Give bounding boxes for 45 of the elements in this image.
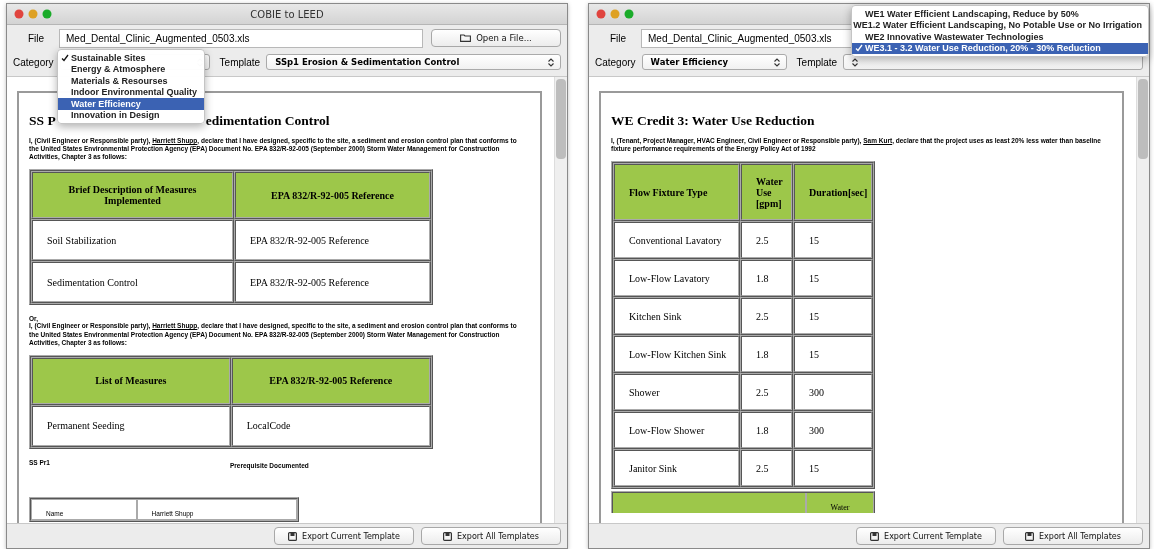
table-cell: 15 bbox=[793, 449, 873, 488]
file-label: File bbox=[608, 32, 628, 44]
table-cell: Janitor Sink bbox=[613, 449, 740, 488]
table-cell: EPA 832/R-92-005 Reference bbox=[234, 261, 431, 304]
table-header-cell: Water Use [gpm] bbox=[740, 163, 793, 222]
table-cell: 2.5 bbox=[740, 373, 793, 412]
table-cell: Low-Flow Lavatory bbox=[613, 259, 740, 298]
table-cell: Low-Flow Shower bbox=[613, 411, 740, 450]
category-label: Category bbox=[13, 56, 54, 68]
table-cell: Permanent Seeding bbox=[31, 404, 231, 447]
table-header-cell: Flow Fixture Type bbox=[613, 163, 740, 222]
table-header-cell: Water bbox=[807, 493, 873, 514]
table-cell: 15 bbox=[793, 297, 873, 336]
table-cell: Shower bbox=[613, 373, 740, 412]
document-heading: edimentation Control bbox=[205, 113, 330, 129]
table-cell: 1.8 bbox=[740, 335, 793, 374]
table-cell: 300 bbox=[793, 411, 873, 450]
table-cell: 2.5 bbox=[740, 221, 793, 260]
table-cell: 15 bbox=[793, 259, 873, 298]
table-cell: Conventional Lavatory bbox=[613, 221, 740, 260]
template-label: Template bbox=[219, 56, 261, 68]
table-header-cell: Duration[sec] bbox=[793, 163, 873, 222]
table-cell: 300 bbox=[793, 373, 873, 412]
table-header-cell: Brief Description of Measures Implemented bbox=[31, 171, 234, 220]
window-title: COBIE to LEED bbox=[250, 8, 324, 20]
table-cell: 2.5 bbox=[740, 297, 793, 336]
table-cell: 15 bbox=[793, 221, 873, 260]
table-cell: Sedimentation Control bbox=[31, 261, 234, 304]
table-cell: LocalCode bbox=[230, 404, 431, 447]
table-cell: 15 bbox=[793, 335, 873, 374]
table-header-cell: List of Measures bbox=[31, 356, 231, 405]
template-label: Template bbox=[796, 56, 838, 68]
table-cell: 1.8 bbox=[740, 259, 793, 298]
table-cell: Kitchen Sink bbox=[613, 297, 740, 336]
document-heading: WE Credit 3: Water Use Reduction bbox=[611, 113, 816, 129]
document-heading: SS P bbox=[29, 113, 56, 129]
table-cell: 1.8 bbox=[740, 411, 793, 450]
table-header-cell: EPA 832/R-92-005 Reference bbox=[230, 356, 431, 405]
file-label: File bbox=[26, 32, 46, 44]
table-cell: 2.5 bbox=[740, 449, 793, 488]
category-label: Category bbox=[595, 56, 636, 68]
table-header-cell: EPA 832/R-92-005 Reference bbox=[234, 171, 431, 220]
table-cell: EPA 832/R-92-005 Reference bbox=[234, 219, 431, 262]
table-cell: Soil Stabilization bbox=[31, 219, 234, 262]
table-cell: Low-Flow Kitchen Sink bbox=[613, 335, 740, 374]
